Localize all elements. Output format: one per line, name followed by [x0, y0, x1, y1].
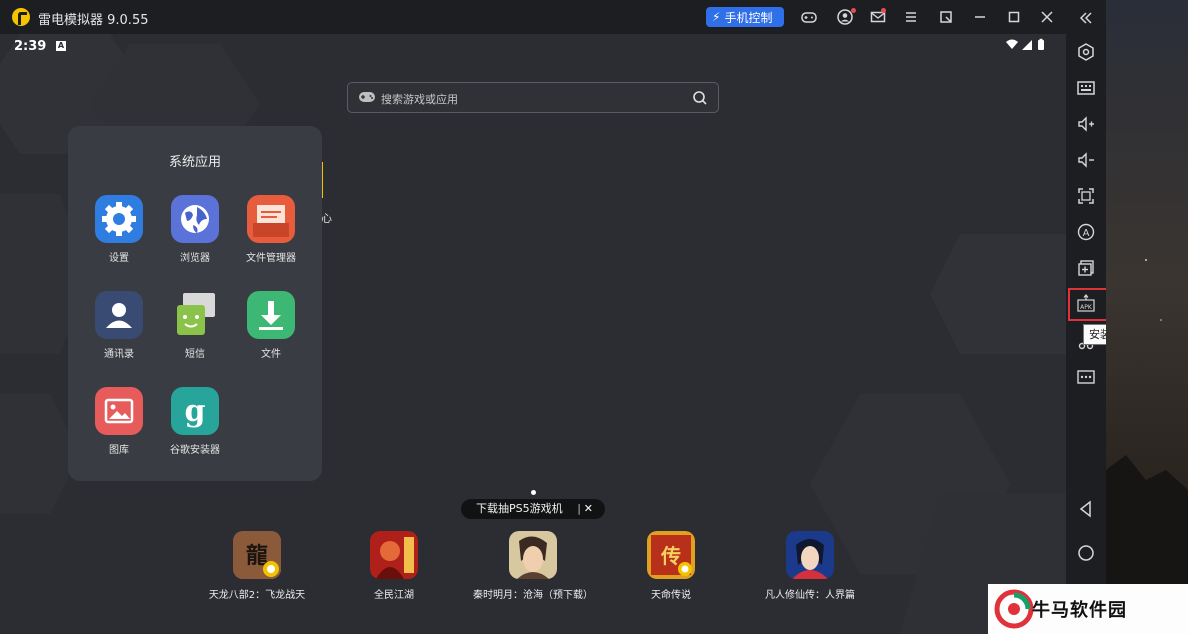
screenshot-icon[interactable] [1076, 186, 1096, 206]
game-label: 天命传说 [651, 590, 691, 601]
dock-game-tianming[interactable]: 传 天命传说 [611, 531, 731, 601]
home-nav-icon[interactable] [1076, 543, 1096, 563]
account-notification-dot [851, 8, 856, 13]
svg-text:g: g [185, 394, 206, 429]
ldplayer-logo-icon [12, 8, 30, 26]
app-label: 图库 [109, 445, 129, 456]
app-label: 短信 [185, 349, 205, 360]
app-label: 通讯录 [104, 349, 134, 360]
page-indicator [531, 490, 536, 495]
settings-hexagon-icon[interactable] [1076, 42, 1096, 62]
status-clock: 2:39 [14, 39, 47, 54]
promo-banner[interactable]: 下载抽PS5游戏机 | ✕ [461, 499, 605, 519]
minimize-icon[interactable] [971, 8, 989, 26]
search-input[interactable]: 搜索游戏或应用 [381, 91, 458, 107]
signal-icon [1022, 40, 1032, 50]
status-icons [1004, 38, 1052, 55]
volume-up-icon[interactable] [1076, 114, 1096, 134]
notification-a-icon: A [56, 41, 66, 51]
multi-instance-icon[interactable] [1076, 258, 1096, 278]
keyboard-icon[interactable] [1076, 78, 1096, 98]
title-bar: 雷电模拟器 9.0.55 ⚡ 手机控制 [0, 0, 1066, 34]
gamepad-icon [359, 92, 375, 102]
settings-gear-icon [95, 195, 143, 243]
app-settings[interactable]: 设置 [79, 195, 159, 264]
app-browser[interactable]: 浏览器 [155, 195, 235, 264]
game-label: 秦时明月：沧海（预下载） [473, 590, 593, 601]
game-tianlong-icon: 龍 [233, 531, 281, 579]
contact-icon [95, 291, 143, 339]
collapse-sidebar-icon[interactable] [1076, 8, 1096, 28]
more-options-icon[interactable] [1076, 367, 1096, 387]
mini-mode-icon[interactable] [937, 8, 955, 26]
app-file-manager[interactable]: 文件管理器 [231, 195, 311, 264]
game-label: 全民江湖 [374, 590, 414, 601]
download-icon [247, 291, 295, 339]
lightning-icon: ⚡ [712, 10, 721, 24]
app-label: 浏览器 [180, 253, 210, 264]
promo-close-button[interactable]: ✕ [584, 499, 593, 519]
search-bar[interactable]: 搜索游戏或应用 [347, 82, 719, 113]
gamepad-icon[interactable] [800, 8, 818, 26]
globe-icon [171, 195, 219, 243]
volume-down-icon[interactable] [1076, 150, 1096, 170]
app-label: 文件管理器 [246, 253, 296, 264]
emulator-window: 雷电模拟器 9.0.55 ⚡ 手机控制 2:39 A 搜索游戏或应用 心 系统应… [0, 0, 1188, 634]
svg-text:传: 传 [660, 544, 681, 568]
message-icon [171, 291, 219, 339]
app-contacts[interactable]: 通讯录 [79, 291, 159, 360]
auto-click-icon[interactable]: A [1076, 222, 1096, 242]
svg-text:A: A [1083, 228, 1090, 239]
game-label: 天龙八部2：飞龙战天 [208, 590, 306, 601]
folder-title: 系统应用 [168, 155, 221, 170]
game-tianming-icon: 传 [647, 531, 695, 579]
search-icon[interactable] [692, 90, 708, 106]
hidden-app-label: 心 [321, 212, 332, 225]
promo-separator: | [577, 502, 581, 515]
system-apps-folder: 系统应用 设置 浏览器 文件管理器 通讯录 短信 文件 图库 g 谷歌安装器 [68, 126, 322, 481]
app-google-installer[interactable]: g 谷歌安装器 [155, 387, 235, 456]
back-nav-icon[interactable] [1076, 499, 1096, 519]
dock-game-quanmin[interactable]: 全民江湖 [334, 531, 454, 601]
app-label: 设置 [109, 253, 129, 264]
app-messages[interactable]: 短信 [155, 291, 235, 360]
game-fanren-icon [786, 531, 834, 579]
watermark: 牛马软件园 [988, 584, 1188, 634]
phone-control-label: 手机控制 [724, 10, 773, 25]
dock-game-fanren[interactable]: 凡人修仙传：人界篇 [750, 531, 870, 601]
dock-game-qinshi[interactable]: 秦时明月：沧海（预下载） [473, 531, 593, 601]
folder-icon [247, 195, 295, 243]
app-gallery[interactable]: 图库 [79, 387, 159, 456]
game-label: 凡人修仙传：人界篇 [765, 590, 855, 601]
desktop-wallpaper [1106, 0, 1188, 634]
battery-icon [1038, 40, 1044, 50]
app-label: 文件 [261, 349, 281, 360]
menu-icon[interactable] [902, 8, 920, 26]
game-qinshi-icon [509, 531, 557, 579]
watermark-text: 牛马软件园 [1032, 600, 1127, 621]
android-screen[interactable]: 2:39 A 搜索游戏或应用 心 系统应用 设置 浏览器 文件管理器 通讯录 短… [0, 34, 1066, 634]
dock-game-tianlong[interactable]: 龍 天龙八部2：飞龙战天 [197, 531, 317, 601]
close-icon[interactable] [1038, 8, 1056, 26]
game-quanmin-icon [370, 531, 418, 579]
maximize-icon[interactable] [1005, 8, 1023, 26]
app-files[interactable]: 文件 [231, 291, 311, 360]
google-installer-icon: g [171, 387, 219, 435]
image-icon [95, 387, 143, 435]
app-label: 谷歌安装器 [170, 445, 220, 456]
window-title: 雷电模拟器 9.0.55 [38, 13, 149, 28]
mail-notification-dot [881, 8, 886, 13]
watermark-logo-icon [994, 589, 1034, 629]
install-apk-highlight [1068, 288, 1108, 321]
promo-text: 下载抽PS5游戏机 [476, 502, 563, 515]
phone-control-button[interactable]: ⚡ 手机控制 [706, 7, 784, 27]
wifi-icon [1006, 39, 1018, 49]
